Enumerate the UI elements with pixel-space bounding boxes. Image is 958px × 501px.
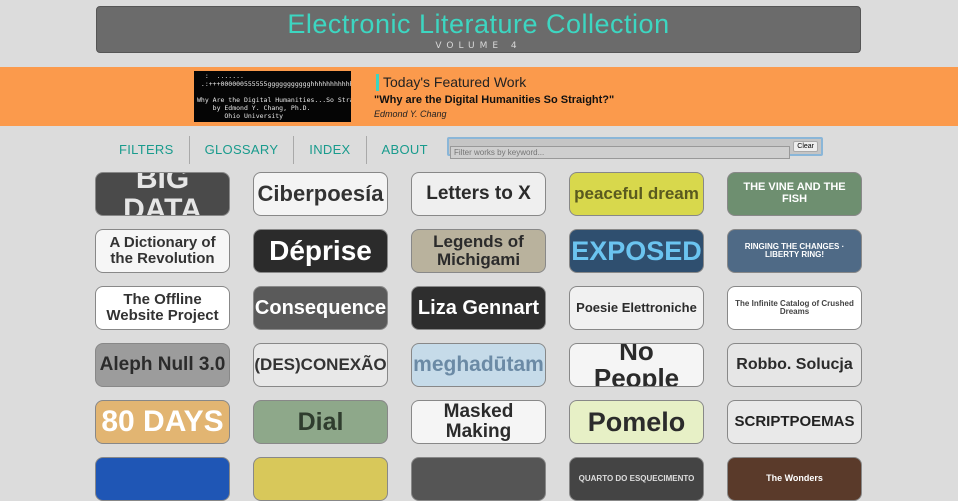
featured-work-title[interactable]: "Why are the Digital Humanities So Strai… bbox=[374, 94, 614, 106]
work-title: SCRIPTPOEMAS bbox=[734, 413, 855, 431]
nav-filters[interactable]: FILTERS bbox=[104, 136, 190, 164]
work-title: Liza Gennart bbox=[417, 296, 540, 319]
work-title: Letters to X bbox=[426, 183, 531, 205]
nav-index[interactable]: INDEX bbox=[294, 136, 367, 164]
work-tile[interactable]: Robbo. Solucja bbox=[727, 343, 862, 387]
work-title: A Dictionary of the Revolution bbox=[109, 234, 216, 267]
work-title: Aleph Null 3.0 bbox=[99, 354, 226, 376]
work-tile[interactable]: Masked Making bbox=[411, 400, 546, 444]
work-tile[interactable]: A Dictionary of the Revolution bbox=[95, 229, 230, 273]
work-title: EXPOSED bbox=[571, 235, 702, 266]
clear-filter-button[interactable]: Clear bbox=[793, 141, 818, 152]
featured-work-thumbnail[interactable]: : ....... .:+++000000555555ggggggggggghh… bbox=[194, 71, 351, 122]
work-title: The Wonders bbox=[766, 473, 823, 484]
work-title: No People bbox=[593, 343, 680, 387]
work-title: Déprise bbox=[269, 235, 372, 267]
work-title: Dial bbox=[297, 407, 344, 436]
work-title: Pomelo bbox=[587, 406, 686, 437]
work-title: RINGING THE CHANGES · LIBERTY RING! bbox=[744, 241, 845, 259]
work-tile[interactable]: Liza Gennart bbox=[411, 286, 546, 330]
work-title: Consequence bbox=[254, 296, 387, 319]
work-title: (DES)CONEXÃO bbox=[254, 355, 387, 375]
nav-glossary[interactable]: GLOSSARY bbox=[190, 136, 295, 164]
work-tile[interactable]: QUARTO DO ESQUECIMENTO bbox=[569, 457, 704, 501]
featured-work-banner: : ....... .:+++000000555555ggggggggggghh… bbox=[0, 67, 958, 126]
work-title: THE VINE AND THE FISH bbox=[743, 181, 846, 205]
work-tile[interactable]: THE VINE AND THE FISH bbox=[727, 172, 862, 216]
work-title: The Infinite Catalog of Crushed Dreams bbox=[735, 298, 854, 316]
work-title: peaceful dream bbox=[574, 184, 699, 204]
work-title: QUARTO DO ESQUECIMENTO bbox=[578, 473, 695, 483]
work-title: Poesie Elettroniche bbox=[576, 300, 697, 316]
work-tile[interactable]: Ciberpoesía bbox=[253, 172, 388, 216]
work-tile[interactable] bbox=[95, 457, 230, 501]
work-tile[interactable]: Déprise bbox=[253, 229, 388, 273]
work-tile[interactable]: Aleph Null 3.0 bbox=[95, 343, 230, 387]
work-tile[interactable]: SCRIPTPOEMAS bbox=[727, 400, 862, 444]
work-title: meghadūtam bbox=[413, 352, 544, 376]
main-nav: FILTERS GLOSSARY INDEX ABOUT bbox=[104, 136, 443, 164]
work-tile[interactable]: EXPOSED bbox=[569, 229, 704, 273]
keyword-filter: Clear bbox=[447, 137, 823, 159]
keyword-filter-input[interactable] bbox=[450, 146, 790, 159]
work-title: Masked Making bbox=[443, 401, 514, 442]
work-tile[interactable]: No People bbox=[569, 343, 704, 387]
nav-about[interactable]: ABOUT bbox=[367, 136, 443, 164]
work-tile[interactable]: peaceful dream bbox=[569, 172, 704, 216]
featured-work-label: Today's Featured Work bbox=[376, 74, 526, 91]
collection-header: Electronic Literature Collection VOLUME … bbox=[96, 6, 861, 53]
work-tile[interactable]: Poesie Elettroniche bbox=[569, 286, 704, 330]
work-tile[interactable]: meghadūtam bbox=[411, 343, 546, 387]
work-tile[interactable]: The Wonders bbox=[727, 457, 862, 501]
work-title: Ciberpoesía bbox=[257, 181, 384, 207]
work-tile[interactable]: RINGING THE CHANGES · LIBERTY RING! bbox=[727, 229, 862, 273]
featured-work-author: Edmond Y. Chang bbox=[374, 109, 447, 119]
work-tile[interactable] bbox=[411, 457, 546, 501]
work-tile[interactable]: Consequence bbox=[253, 286, 388, 330]
work-tile[interactable]: 80 DAYS bbox=[95, 400, 230, 444]
work-title: Robbo. Solucja bbox=[736, 355, 853, 373]
work-tile[interactable]: BIG DATA bbox=[95, 172, 230, 216]
work-tile[interactable]: The Offline Website Project bbox=[95, 286, 230, 330]
work-title: 80 DAYS bbox=[101, 405, 224, 439]
work-tile[interactable] bbox=[253, 457, 388, 501]
collection-title[interactable]: Electronic Literature Collection bbox=[97, 9, 860, 39]
work-title: BIG DATA bbox=[123, 172, 202, 216]
work-tile[interactable]: Dial bbox=[253, 400, 388, 444]
work-title: Legends of Michigami bbox=[433, 232, 524, 269]
works-grid: BIG DATA Ciberpoesía Letters to X peaceful … bbox=[95, 172, 862, 501]
work-title: The Offline Website Project bbox=[106, 291, 219, 324]
work-tile[interactable]: (DES)CONEXÃO bbox=[253, 343, 388, 387]
volume-label: VOLUME 4 bbox=[435, 41, 522, 51]
work-tile[interactable]: Legends of Michigami bbox=[411, 229, 546, 273]
work-tile[interactable]: The Infinite Catalog of Crushed Dreams bbox=[727, 286, 862, 330]
work-tile[interactable]: Letters to X bbox=[411, 172, 546, 216]
work-tile[interactable]: Pomelo bbox=[569, 400, 704, 444]
